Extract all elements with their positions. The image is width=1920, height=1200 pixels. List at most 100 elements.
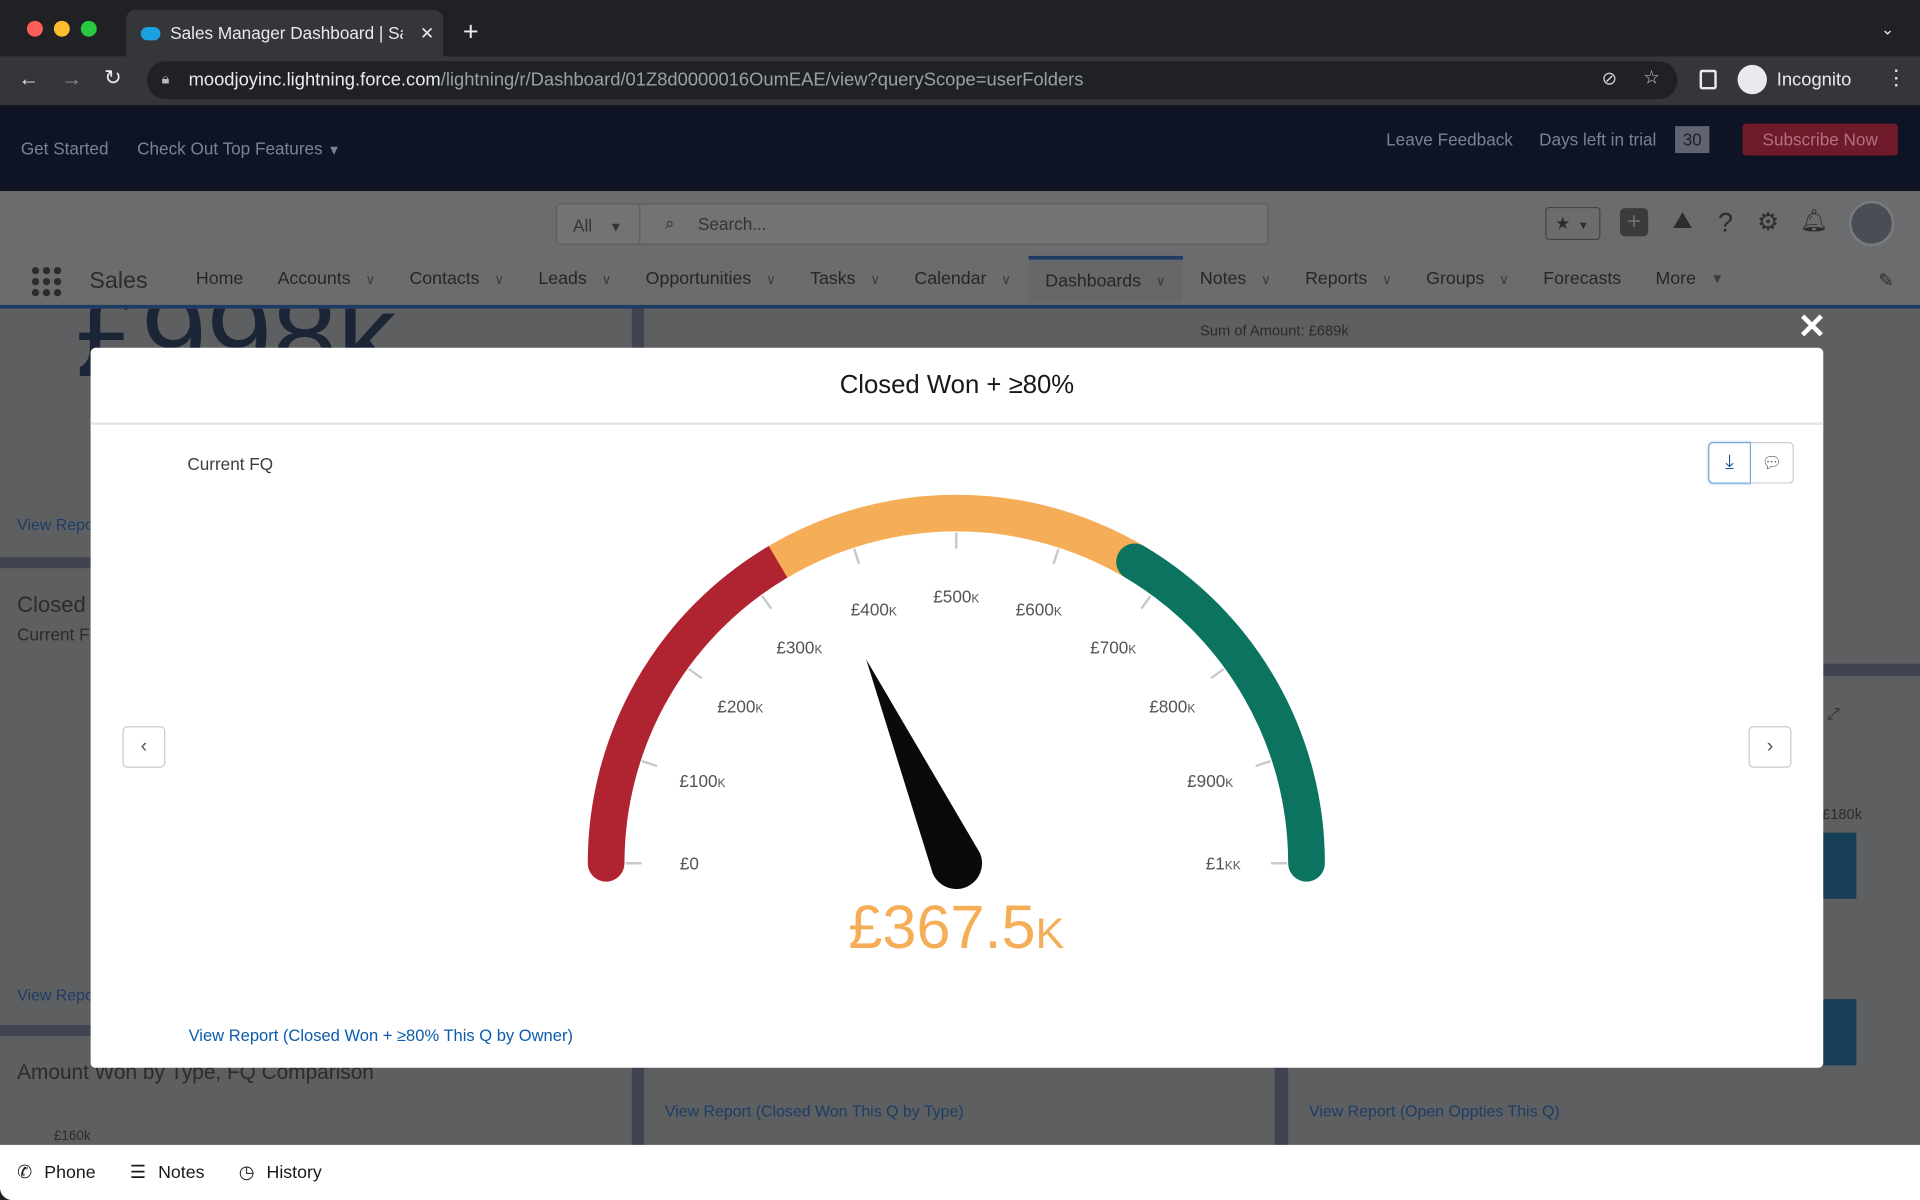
bar	[1822, 832, 1857, 899]
top-features-label: Check Out Top Features	[137, 138, 323, 158]
maximize-window-button[interactable]	[80, 20, 97, 37]
caret-down-icon: ▼	[1577, 219, 1589, 232]
gauge-tick	[1140, 595, 1152, 610]
chevron-down-icon[interactable]: ∨	[1001, 271, 1011, 287]
browser-tab[interactable]: Sales Manager Dashboard | Sa ✕	[126, 9, 444, 57]
view-report-link[interactable]: View Repo	[17, 986, 94, 1004]
tab-title: Sales Manager Dashboard | Sa	[170, 23, 403, 43]
gauge-tick-label: £300k	[776, 637, 822, 657]
expand-icon[interactable]: ⤢	[1827, 704, 1840, 724]
chevron-down-icon[interactable]: ∨	[870, 271, 880, 287]
nav-item-label: Reports	[1305, 269, 1368, 289]
back-icon[interactable]: ←	[18, 67, 39, 91]
nav-item-tasks[interactable]: Tasks ∨	[793, 256, 897, 303]
card-subtitle: Current F	[17, 624, 90, 645]
gauge-tick-label: £100k	[679, 771, 725, 791]
chevron-down-icon[interactable]: ∨	[1156, 273, 1166, 289]
chart-modal: Closed Won + ≥80% Current FQ ⤓ 💬︎ ‹ › £0…	[90, 347, 1824, 1068]
trailhead-icon[interactable]: ⛰	[1673, 208, 1693, 235]
nav-item-calendar[interactable]: Calendar ∨	[897, 256, 1028, 303]
gauge-tick	[1255, 759, 1272, 768]
address-bar[interactable]: 🔒︎ moodjoyinc.lightning.force.com/lightn…	[146, 61, 1678, 100]
gauge-tick	[852, 548, 861, 565]
top-features-menu[interactable]: Check Out Top Features ▼	[137, 138, 341, 158]
forward-icon[interactable]: →	[61, 67, 82, 91]
view-report-link[interactable]: View Report (Closed Won + ≥80% This Q by…	[189, 1026, 573, 1044]
gauge-value-label: £367.5k	[848, 893, 1064, 961]
search-scope-value: All	[573, 215, 593, 236]
side-panel-icon[interactable]	[1699, 69, 1717, 90]
nav-item-label: Tasks	[810, 269, 856, 289]
chevron-down-icon[interactable]: ∨	[1499, 271, 1509, 287]
nav-item-leads[interactable]: Leads ∨	[521, 256, 628, 303]
close-tab-icon[interactable]: ✕	[420, 23, 434, 44]
app-launcher-icon[interactable]	[31, 266, 62, 297]
star-icon: ★	[1555, 213, 1571, 233]
help-icon[interactable]: ?	[1718, 207, 1733, 239]
chevron-down-icon[interactable]: ∨	[1382, 271, 1392, 287]
chevron-down-icon[interactable]: ▼	[1711, 272, 1724, 287]
leave-feedback-link[interactable]: Leave Feedback	[1386, 130, 1513, 150]
search-scope-select[interactable]: All ▼	[557, 204, 641, 244]
nav-item-more[interactable]: More ▼	[1638, 256, 1741, 303]
utility-label: Notes	[158, 1162, 205, 1183]
nav-item-contacts[interactable]: Contacts ∨	[392, 256, 521, 303]
browser-menu-icon[interactable]: ⋮	[1886, 66, 1907, 90]
reload-icon[interactable]: ↻	[104, 66, 121, 90]
utility-bar: ✆ Phone ☰ Notes ◷ History	[0, 1144, 1920, 1200]
minimize-window-button[interactable]	[53, 20, 70, 37]
nav-item-notes[interactable]: Notes ∨	[1183, 256, 1288, 303]
nav-item-opportunities[interactable]: Opportunities ∨	[629, 256, 793, 303]
nav-item-groups[interactable]: Groups ∨	[1409, 256, 1526, 303]
eye-off-icon[interactable]: ⊘	[1602, 67, 1617, 90]
gauge-tick-label: £900k	[1187, 771, 1233, 791]
sum-of-amount: Sum of Amount: £689k	[1200, 322, 1349, 340]
nav-item-label: Groups	[1426, 269, 1485, 289]
setup-gear-icon[interactable]: ⚙	[1757, 207, 1779, 238]
gauge-tick	[688, 667, 703, 680]
nav-item-home[interactable]: Home	[179, 256, 261, 303]
favorites-button[interactable]: ★ ▼	[1545, 206, 1601, 241]
utility-history[interactable]: ◷ History	[239, 1163, 322, 1183]
salesforce-cloud-icon	[140, 26, 161, 40]
edit-nav-pencil-icon[interactable]: ✎	[1878, 269, 1893, 292]
new-tab-icon[interactable]: +	[463, 16, 479, 48]
view-report-link[interactable]: View Repo	[17, 516, 94, 534]
gauge-tick-label: £800k	[1149, 696, 1195, 716]
bookmark-star-icon[interactable]: ☆	[1643, 66, 1659, 88]
incognito-icon	[1737, 64, 1767, 95]
search-input[interactable]	[697, 209, 1237, 239]
trial-bar: Get Started Check Out Top Features ▼ Lea…	[0, 105, 1920, 192]
user-avatar[interactable]	[1848, 200, 1895, 247]
utility-label: History	[266, 1162, 322, 1183]
gauge-tick-label: £1kk	[1206, 853, 1241, 873]
nav-item-accounts[interactable]: Accounts ∨	[260, 256, 392, 303]
utility-notes[interactable]: ☰ Notes	[130, 1163, 205, 1183]
nav-item-label: More	[1655, 269, 1696, 289]
close-modal-icon[interactable]: ✕	[1798, 306, 1827, 346]
chevron-down-icon[interactable]: ∨	[601, 271, 611, 287]
chevron-down-icon[interactable]: ∨	[766, 271, 776, 287]
nav-item-dashboards[interactable]: Dashboards ∨	[1028, 255, 1183, 303]
subscribe-now-button[interactable]: Subscribe Now	[1742, 123, 1898, 156]
lock-icon: 🔒︎	[161, 69, 170, 87]
chevron-down-icon[interactable]: ∨	[365, 271, 375, 287]
browser-tab-bar: Sales Manager Dashboard | Sa ✕ + ⌄	[0, 0, 1920, 57]
tab-search-chevron-icon[interactable]: ⌄	[1881, 20, 1894, 40]
nav-item-forecasts[interactable]: Forecasts	[1526, 256, 1638, 303]
utility-phone[interactable]: ✆ Phone	[17, 1163, 95, 1183]
close-window-button[interactable]	[26, 20, 43, 37]
view-report-link[interactable]: View Report (Open Oppties This Q)	[1309, 1102, 1560, 1120]
notifications-bell-icon[interactable]: 🔔︎	[1800, 208, 1828, 234]
gauge-tick-label: £200k	[717, 696, 763, 716]
nav-item-reports[interactable]: Reports ∨	[1288, 256, 1409, 303]
view-report-link[interactable]: View Report (Closed Won This Q by Type)	[665, 1102, 964, 1120]
get-started-link[interactable]: Get Started	[21, 138, 109, 158]
nav-item-label: Dashboards	[1045, 271, 1142, 291]
chevron-down-icon[interactable]: ∨	[1261, 271, 1271, 287]
incognito-profile-button[interactable]: Incognito	[1737, 64, 1851, 95]
chevron-down-icon[interactable]: ∨	[494, 271, 504, 287]
global-header: All ▼ ⌕ ★▼ + ⛰ ? ⚙ 🔔︎ Sales HomeAccounts…	[0, 191, 1920, 309]
bar	[1822, 999, 1857, 1066]
global-actions-plus-icon[interactable]: +	[1620, 208, 1649, 237]
